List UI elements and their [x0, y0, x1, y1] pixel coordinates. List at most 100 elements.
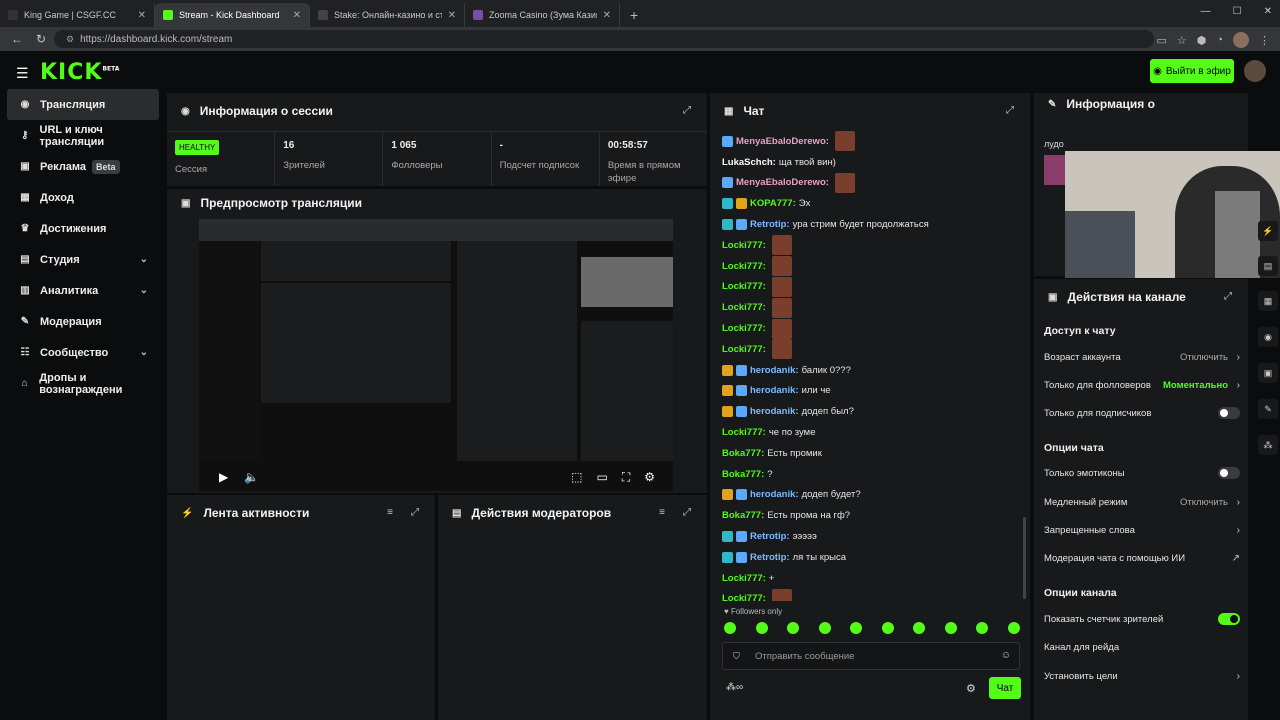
- chat-message[interactable]: herodanik: или че: [722, 381, 1022, 402]
- chat-message[interactable]: Locki777:: [722, 588, 1022, 601]
- sidebar-item-studio[interactable]: ▤ Студия ⌄: [0, 244, 166, 275]
- expand-icon[interactable]: ⤢: [1006, 105, 1014, 116]
- extensions-icon[interactable]: ⬢: [1197, 34, 1207, 47]
- profile-icon[interactable]: ◔: [1216, 34, 1223, 46]
- chat-message[interactable]: Retrotip: эээээ: [722, 526, 1022, 547]
- tab-zooma[interactable]: Zooma Casino (Зума Казино) оф✕: [465, 3, 620, 27]
- bolt-icon[interactable]: ⚡: [1258, 221, 1278, 241]
- set-goals-row[interactable]: Установить цели ›: [1044, 666, 1240, 686]
- expand-icon[interactable]: ⤢: [683, 507, 691, 518]
- chat-username[interactable]: herodanik:: [750, 385, 799, 396]
- expand-icon[interactable]: ⤢: [1224, 291, 1232, 302]
- emote-button[interactable]: [1007, 622, 1020, 634]
- chat-message[interactable]: Boka777: Есть прома на гф?: [722, 505, 1022, 526]
- tab-king-game[interactable]: King Game | CSGF.CC ✕: [0, 3, 155, 27]
- sidebar-item-achievements[interactable]: ♛ Достижения: [0, 213, 166, 244]
- slow-mode-row[interactable]: Медленный режим Отключить ›: [1044, 492, 1240, 512]
- go-live-button[interactable]: ◉ Выйти в эфир: [1150, 59, 1234, 83]
- chat-input[interactable]: ⛉ Отправить сообщение ☺: [722, 642, 1020, 670]
- infinity-icon[interactable]: ⁂∞: [726, 682, 743, 693]
- chat-message[interactable]: MenyaEbaloDerewo:: [722, 131, 1022, 152]
- chat-settings-icon[interactable]: ⚙: [966, 682, 976, 695]
- chat-username[interactable]: Locki777:: [722, 573, 766, 584]
- chat-username[interactable]: Boka777:: [722, 448, 764, 459]
- chat-username[interactable]: Locki777:: [722, 344, 766, 355]
- emote-button[interactable]: [913, 622, 926, 634]
- hamburger-icon[interactable]: ☰: [16, 65, 29, 82]
- sidebar-item-analytics[interactable]: ▥ Аналитика ⌄: [0, 275, 166, 306]
- chat-username[interactable]: MenyaEbaloDerewo:: [736, 136, 829, 147]
- emote-button[interactable]: [818, 622, 831, 634]
- chat-message[interactable]: herodanik: додеп будет?: [722, 485, 1022, 506]
- send-chat-button[interactable]: Чат: [989, 677, 1021, 699]
- chat-message[interactable]: MenyaEbaloDerewo:: [722, 172, 1022, 194]
- maximize-icon[interactable]: ☐: [1233, 6, 1242, 17]
- page-icon[interactable]: ▭: [1156, 34, 1166, 47]
- viewer-count-toggle[interactable]: [1218, 613, 1240, 625]
- kick-logo[interactable]: KICKBETA: [40, 60, 119, 85]
- wrench-icon[interactable]: ✎: [1258, 399, 1278, 419]
- chat-message[interactable]: LukaSchch: ща твой вин): [722, 152, 1022, 173]
- stream-preview[interactable]: ▶ 🔈 ⬚ ▭ ⛶ ⚙: [199, 219, 673, 491]
- volume-icon[interactable]: 🔈: [244, 470, 259, 484]
- chat-icon[interactable]: ▦: [1258, 291, 1278, 311]
- emote-button[interactable]: [850, 622, 863, 634]
- chat-username[interactable]: Retrotip:: [750, 219, 790, 230]
- chat-message[interactable]: herodanik: балик 0???: [722, 360, 1022, 381]
- reload-icon[interactable]: ↻: [34, 32, 48, 46]
- banned-words-row[interactable]: Запрещенные слова ›: [1044, 520, 1240, 540]
- raid-channel-row[interactable]: Канал для рейда: [1044, 637, 1240, 657]
- emote-button[interactable]: [976, 622, 989, 634]
- chat-username[interactable]: herodanik:: [750, 406, 799, 417]
- emote-button[interactable]: [881, 622, 894, 634]
- chat-username[interactable]: Retrotip:: [750, 552, 790, 563]
- fullscreen-icon[interactable]: ⛶: [622, 470, 630, 485]
- emote-button[interactable]: [787, 622, 800, 634]
- sidebar-item-ads[interactable]: ▣ Реклама Beta: [0, 151, 166, 182]
- chat-message[interactable]: Boka777: Есть промик: [722, 443, 1022, 464]
- chat-username[interactable]: Locki777:: [722, 240, 766, 251]
- new-tab-icon[interactable]: +: [630, 7, 638, 23]
- tab-stake[interactable]: Stake: Онлайн-казино и ставки н✕: [310, 3, 465, 27]
- close-icon[interactable]: ✕: [138, 10, 146, 21]
- sidebar-item-url-key[interactable]: ⚷ URL и ключ трансляции: [0, 120, 166, 151]
- chat-username[interactable]: LukaSchch:: [722, 157, 776, 168]
- close-icon[interactable]: ✕: [603, 10, 611, 21]
- chat-username[interactable]: Locki777:: [722, 323, 766, 334]
- chat-message[interactable]: Locki777: че по зуме: [722, 422, 1022, 443]
- chat-username[interactable]: Locki777:: [722, 427, 766, 438]
- settings-icon[interactable]: ⚙: [644, 470, 655, 484]
- followers-only-row[interactable]: Только для фолловеров Моментально ›: [1044, 375, 1240, 395]
- site-info-icon[interactable]: ⚙: [66, 34, 74, 45]
- chat-message[interactable]: Boka777:?: [722, 464, 1022, 485]
- chat-message[interactable]: Locki777:: [722, 276, 1022, 298]
- chat-message[interactable]: Locki777:: [722, 297, 1022, 318]
- tab-kick-dashboard[interactable]: Stream - Kick Dashboard ✕: [155, 3, 310, 27]
- emotes-only-toggle[interactable]: [1218, 467, 1240, 479]
- bookmark-icon[interactable]: ☆: [1177, 34, 1187, 47]
- sidebar-item-drops[interactable]: ⌂ Дропы и вознаграждени: [0, 368, 166, 399]
- expand-icon[interactable]: ⤢: [683, 105, 691, 116]
- emote-button[interactable]: [755, 622, 768, 634]
- clip-icon[interactable]: ⬚: [571, 470, 582, 484]
- filter-icon[interactable]: ≡: [659, 507, 665, 518]
- menu-icon[interactable]: ⋮: [1259, 34, 1270, 47]
- close-icon[interactable]: ✕: [293, 10, 301, 21]
- chat-message[interactable]: Locki777: +: [722, 568, 1022, 589]
- chat-message[interactable]: Retrotip: ля ты крыса: [722, 547, 1022, 568]
- chat-username[interactable]: KOPA777:: [750, 198, 796, 209]
- chat-username[interactable]: Locki777:: [722, 593, 766, 601]
- theater-icon[interactable]: ▭: [596, 470, 607, 484]
- emoji-icon[interactable]: ☺: [1001, 650, 1011, 661]
- chat-username[interactable]: Boka777:: [722, 469, 764, 480]
- sidebar-item-moderation[interactable]: ✎ Модерация: [0, 306, 166, 337]
- chat-message[interactable]: Locki777:: [722, 318, 1022, 339]
- chat-username[interactable]: Locki777:: [722, 261, 766, 272]
- chat-message[interactable]: herodanik: додеп был?: [722, 401, 1022, 422]
- filter-icon[interactable]: ≡: [387, 507, 393, 518]
- close-icon[interactable]: ✕: [448, 10, 456, 21]
- account-age-row[interactable]: Возраст аккаунта Отключить ›: [1044, 347, 1240, 367]
- chat-username[interactable]: Locki777:: [722, 302, 766, 313]
- chat-message[interactable]: Locki777:: [722, 339, 1022, 360]
- close-window-icon[interactable]: ✕: [1264, 6, 1272, 17]
